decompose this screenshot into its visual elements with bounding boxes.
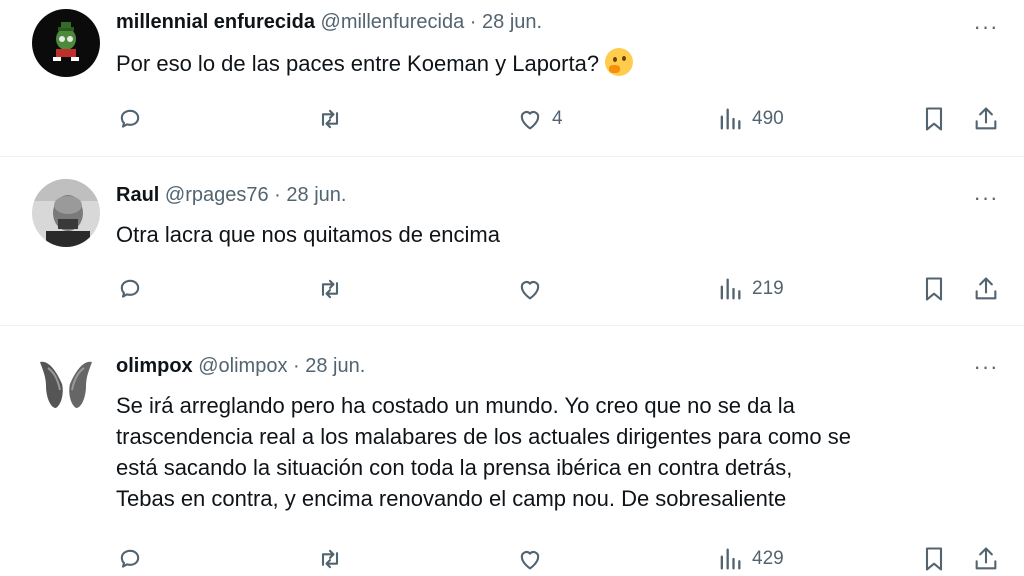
reply-button[interactable]	[116, 544, 144, 574]
retweet-button[interactable]	[316, 274, 344, 304]
share-button[interactable]	[972, 544, 1000, 574]
views-button[interactable]: 490	[716, 104, 784, 134]
tweet-text-line: Se irá arreglando pero ha costado un mun…	[116, 393, 795, 418]
tweet-text: Otra lacra que nos quitamos de encima	[116, 222, 500, 247]
view-count: 219	[752, 278, 784, 299]
tweet-text: Se irá arreglando pero ha costado un mun…	[116, 390, 1006, 514]
reply-button[interactable]	[116, 274, 144, 304]
like-button[interactable]	[516, 274, 552, 304]
retweet-button[interactable]	[316, 104, 344, 134]
avatar[interactable]	[32, 9, 100, 77]
author-name[interactable]: millennial enfurecida	[116, 11, 315, 33]
reply-button[interactable]	[116, 104, 144, 134]
separator: ·	[469, 11, 477, 33]
tweet-header: Raul @rpages76 · 28 jun.	[116, 183, 346, 207]
bookmark-button[interactable]	[920, 104, 948, 134]
heart-icon	[520, 281, 540, 300]
reply-icon	[120, 109, 140, 128]
retweet-icon	[321, 279, 339, 299]
views-button[interactable]: 429	[716, 544, 784, 574]
more-options-button[interactable]: ···	[970, 16, 1002, 42]
tweet-header: olimpox @olimpox · 28 jun.	[116, 354, 365, 378]
separator: ·	[274, 184, 281, 206]
share-button[interactable]	[972, 274, 1000, 304]
more-options-button[interactable]: ···	[970, 187, 1002, 213]
share-icon	[975, 107, 997, 130]
bookmark-icon	[925, 547, 943, 571]
action-bar: 429	[0, 544, 1024, 574]
views-icon	[720, 278, 741, 300]
heart-icon	[520, 111, 540, 130]
views-button[interactable]: 219	[716, 274, 784, 304]
reply-icon	[120, 279, 140, 298]
tweet-header: millennial enfurecida @millenfurecida · …	[116, 10, 542, 34]
view-count: 490	[752, 108, 784, 129]
share-icon	[975, 277, 997, 300]
retweet-button[interactable]	[316, 544, 344, 574]
separator: ·	[293, 355, 300, 377]
thinking-face-icon	[605, 48, 634, 76]
author-handle[interactable]: @millenfurecida	[321, 11, 465, 33]
like-button[interactable]	[516, 544, 552, 574]
tweet-3[interactable]: olimpox @olimpox · 28 jun. ··· Se irá ar…	[0, 326, 1024, 576]
tweet-text-content: Por eso lo de las paces entre Koeman y L…	[116, 51, 600, 76]
like-button[interactable]: 4	[516, 104, 563, 134]
retweet-icon	[321, 109, 339, 129]
like-count: 4	[552, 108, 563, 129]
tweet-1[interactable]: millennial enfurecida @millenfurecida · …	[0, 0, 1024, 156]
action-bar: 219	[0, 274, 1024, 304]
bookmark-icon	[925, 277, 943, 301]
tweet-date[interactable]: 28 jun.	[482, 11, 542, 33]
tweet-text-line: Tebas en contra, y encima renovando el c…	[116, 486, 787, 511]
author-name[interactable]: Raul	[116, 184, 159, 206]
tweet-text: Por eso lo de las paces entre Koeman y L…	[116, 48, 1006, 79]
share-button[interactable]	[972, 104, 1000, 134]
tweet-text-line: trascendencia real a los malabares de lo…	[116, 424, 851, 449]
views-icon	[720, 548, 741, 570]
tweet-text-line: está sacando la situación con toda la pr…	[116, 455, 793, 480]
share-icon	[975, 547, 997, 570]
bookmark-button[interactable]	[920, 274, 948, 304]
view-count: 429	[752, 548, 784, 569]
tweet-2[interactable]: Raul @rpages76 · 28 jun. ··· Otra lacra …	[0, 157, 1024, 325]
views-icon	[720, 108, 741, 130]
author-name[interactable]: olimpox	[116, 355, 193, 377]
tweet-date[interactable]: 28 jun.	[305, 355, 365, 377]
avatar[interactable]	[32, 179, 100, 247]
bookmark-button[interactable]	[920, 544, 948, 574]
author-handle[interactable]: @olimpox	[198, 355, 287, 377]
tweet-date[interactable]: 28 jun.	[286, 184, 346, 206]
avatar[interactable]	[32, 348, 100, 416]
action-bar: 4 490	[0, 104, 1024, 134]
retweet-icon	[321, 549, 339, 569]
heart-icon	[520, 551, 540, 570]
bookmark-icon	[925, 107, 943, 131]
more-options-button[interactable]: ···	[970, 356, 1002, 382]
author-handle[interactable]: @rpages76	[165, 184, 269, 206]
reply-icon	[120, 549, 140, 568]
